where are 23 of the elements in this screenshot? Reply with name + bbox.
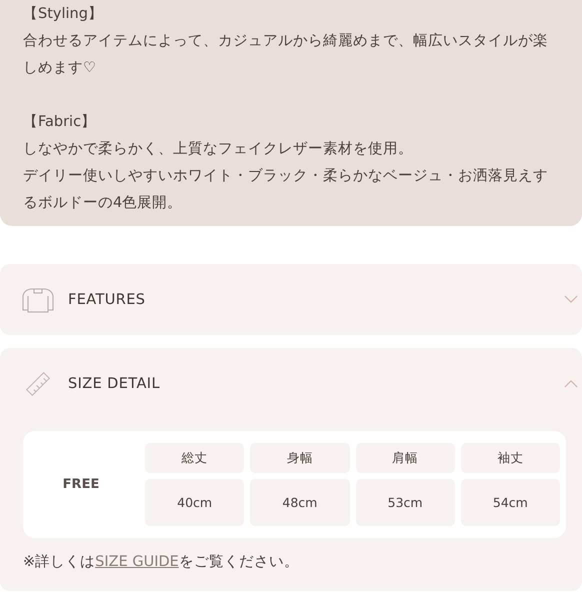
size-guide-note: ※詳しくはSIZE GUIDEをご覧ください。 xyxy=(23,553,300,571)
chevron-down-icon[interactable] xyxy=(564,295,578,304)
column-header: 総丈 xyxy=(145,443,244,473)
description-text: 合わせるアイテムによって、カジュアルから綺麗めまで、幅広いスタイルが楽しめます♡ xyxy=(23,32,549,78)
table-cell: 40cm xyxy=(145,479,244,526)
table-cell: 54cm xyxy=(460,479,560,526)
size-label: FREE xyxy=(62,476,100,494)
column-header: 身幅 xyxy=(250,443,350,473)
chevron-up-icon[interactable] xyxy=(564,379,578,388)
section-heading: 【Fabric】 xyxy=(23,113,98,132)
sweater-icon xyxy=(21,286,55,314)
section-heading: 【Styling】 xyxy=(23,5,104,24)
table-cell: 53cm xyxy=(356,479,455,526)
column-header: 肩幅 xyxy=(356,443,455,473)
description-text: しなやかで柔らかく、上質なフェイクレザー素材を使用。 xyxy=(23,140,414,159)
description-text: デイリー使いしやすいホワイト・ブラック・柔らかなベージュ・お洒落見えするボルドーの4色展開。 xyxy=(23,167,549,213)
accordion-title: SIZE DETAIL xyxy=(68,376,161,392)
size-guide-link[interactable]: SIZE GUIDE xyxy=(95,554,179,570)
table-cell: 48cm xyxy=(250,479,350,526)
accordion-title: FEATURES xyxy=(68,292,146,308)
column-header: 袖丈 xyxy=(460,443,560,473)
accordion-header[interactable]: SIZE DETAIL xyxy=(0,348,582,419)
accordion-header[interactable]: FEATURES xyxy=(0,264,582,335)
